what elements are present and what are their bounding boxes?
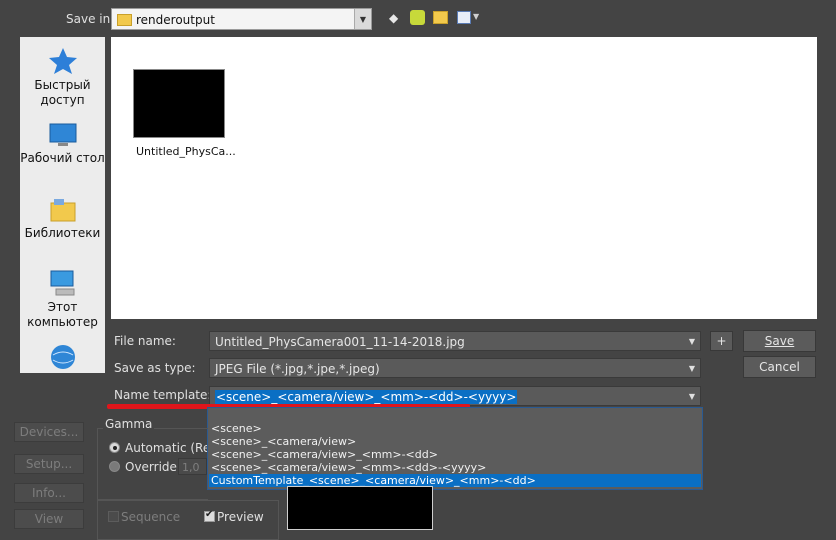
chevron-down-icon[interactable]: ▼ (689, 359, 695, 377)
computer-icon (50, 270, 74, 296)
up-folder-icon[interactable] (410, 10, 425, 25)
save-in-combo[interactable]: renderoutput ▼ (111, 8, 372, 30)
chevron-down-icon[interactable]: ▼ (689, 387, 695, 405)
file-name-field[interactable]: Untitled_PhysCamera001_11-14-2018.jpg ▼ (209, 331, 701, 351)
preview-label: Preview (217, 510, 264, 524)
preview-checkbox[interactable] (204, 509, 215, 522)
save-button-label: Save (764, 334, 795, 348)
add-template-button[interactable]: + (710, 331, 733, 351)
file-name-label: File name: (114, 334, 176, 348)
file-thumbnail (133, 69, 225, 138)
template-option[interactable]: <scene>_<camera/view> (209, 435, 701, 448)
back-icon[interactable]: ◆ (389, 11, 398, 25)
setup-button[interactable]: Setup... (14, 454, 84, 474)
view-button[interactable]: View (14, 509, 84, 529)
info-button[interactable]: Info... (14, 483, 84, 503)
sequence-checkbox[interactable] (108, 511, 119, 522)
save-as-type-value: JPEG File (*.jpg,*.jpe,*.jpeg) (215, 362, 380, 376)
file-name-value: Untitled_PhysCamera001_11-14-2018.jpg (215, 335, 465, 349)
save-in-dropdown-button[interactable]: ▼ (354, 9, 371, 29)
devices-button[interactable]: Devices... (14, 422, 84, 442)
gamma-title: Gamma (103, 417, 155, 431)
file-item[interactable]: Untitled_PhysCa... (133, 69, 236, 158)
place-libraries[interactable]: Библиотеки (20, 197, 105, 241)
gamma-automatic-radio[interactable] (109, 442, 120, 453)
place-label: Этот компьютер (27, 300, 98, 329)
sequence-label: Sequence (121, 510, 181, 524)
folder-name: renderoutput (136, 13, 215, 27)
place-network[interactable] (20, 343, 105, 373)
template-option[interactable]: <scene> (209, 422, 701, 435)
name-template-select[interactable]: <scene>_<camera/view>_<mm>-<dd>-<yyyy> ▼ (209, 386, 701, 406)
place-label: Библиотеки (24, 226, 101, 240)
gamma-override-label: Override (125, 460, 177, 474)
cancel-button[interactable]: Cancel (743, 356, 816, 378)
star-icon (48, 48, 77, 74)
file-name: Untitled_PhysCa... (136, 145, 236, 158)
places-bar: Быстрый доступ Рабочий стол Библиотеки Э… (20, 37, 105, 373)
view-menu-icon[interactable] (457, 11, 471, 24)
place-this-pc[interactable]: Этот компьютер (20, 269, 105, 330)
save-as-type-label: Save as type: (114, 361, 196, 375)
place-desktop[interactable]: Рабочий стол (20, 122, 105, 166)
name-template-label: Name template: (114, 388, 212, 402)
folder-icon (117, 14, 132, 26)
chevron-down-icon[interactable]: ▼ (689, 332, 695, 350)
preview-image (287, 486, 433, 530)
libraries-icon (50, 199, 75, 222)
gamma-override-field[interactable]: 1,0 (178, 458, 207, 475)
place-label: Рабочий стол (20, 151, 105, 165)
place-quick-access[interactable]: Быстрый доступ (20, 47, 105, 108)
name-template-value: <scene>_<camera/view>_<mm>-<dd>-<yyyy> (215, 390, 518, 404)
save-button[interactable]: Save (743, 330, 816, 352)
template-option[interactable]: <scene>_<camera/view>_<mm>-<dd>-<yyyy> (209, 461, 701, 474)
desktop-icon (49, 123, 76, 146)
template-option-selected[interactable]: CustomTemplate_<scene>_<camera/view>_<mm… (209, 474, 701, 487)
place-label: Быстрый доступ (34, 78, 91, 107)
gamma-override-radio[interactable] (109, 461, 120, 472)
new-folder-icon[interactable] (433, 11, 448, 24)
gamma-automatic-label: Automatic (Recor (125, 441, 207, 455)
save-as-type-select[interactable]: JPEG File (*.jpg,*.jpe,*.jpeg) ▼ (209, 358, 701, 378)
name-template-dropdown[interactable]: <scene> <scene>_<camera/view> <scene>_<c… (207, 407, 703, 490)
file-list-pane[interactable]: Untitled_PhysCa... (111, 37, 817, 319)
template-option[interactable]: <scene>_<camera/view>_<mm>-<dd> (209, 448, 701, 461)
network-icon (50, 345, 75, 369)
save-in-label: Save in: (66, 12, 115, 26)
view-menu-chevron-down-icon[interactable]: ▼ (473, 12, 479, 21)
